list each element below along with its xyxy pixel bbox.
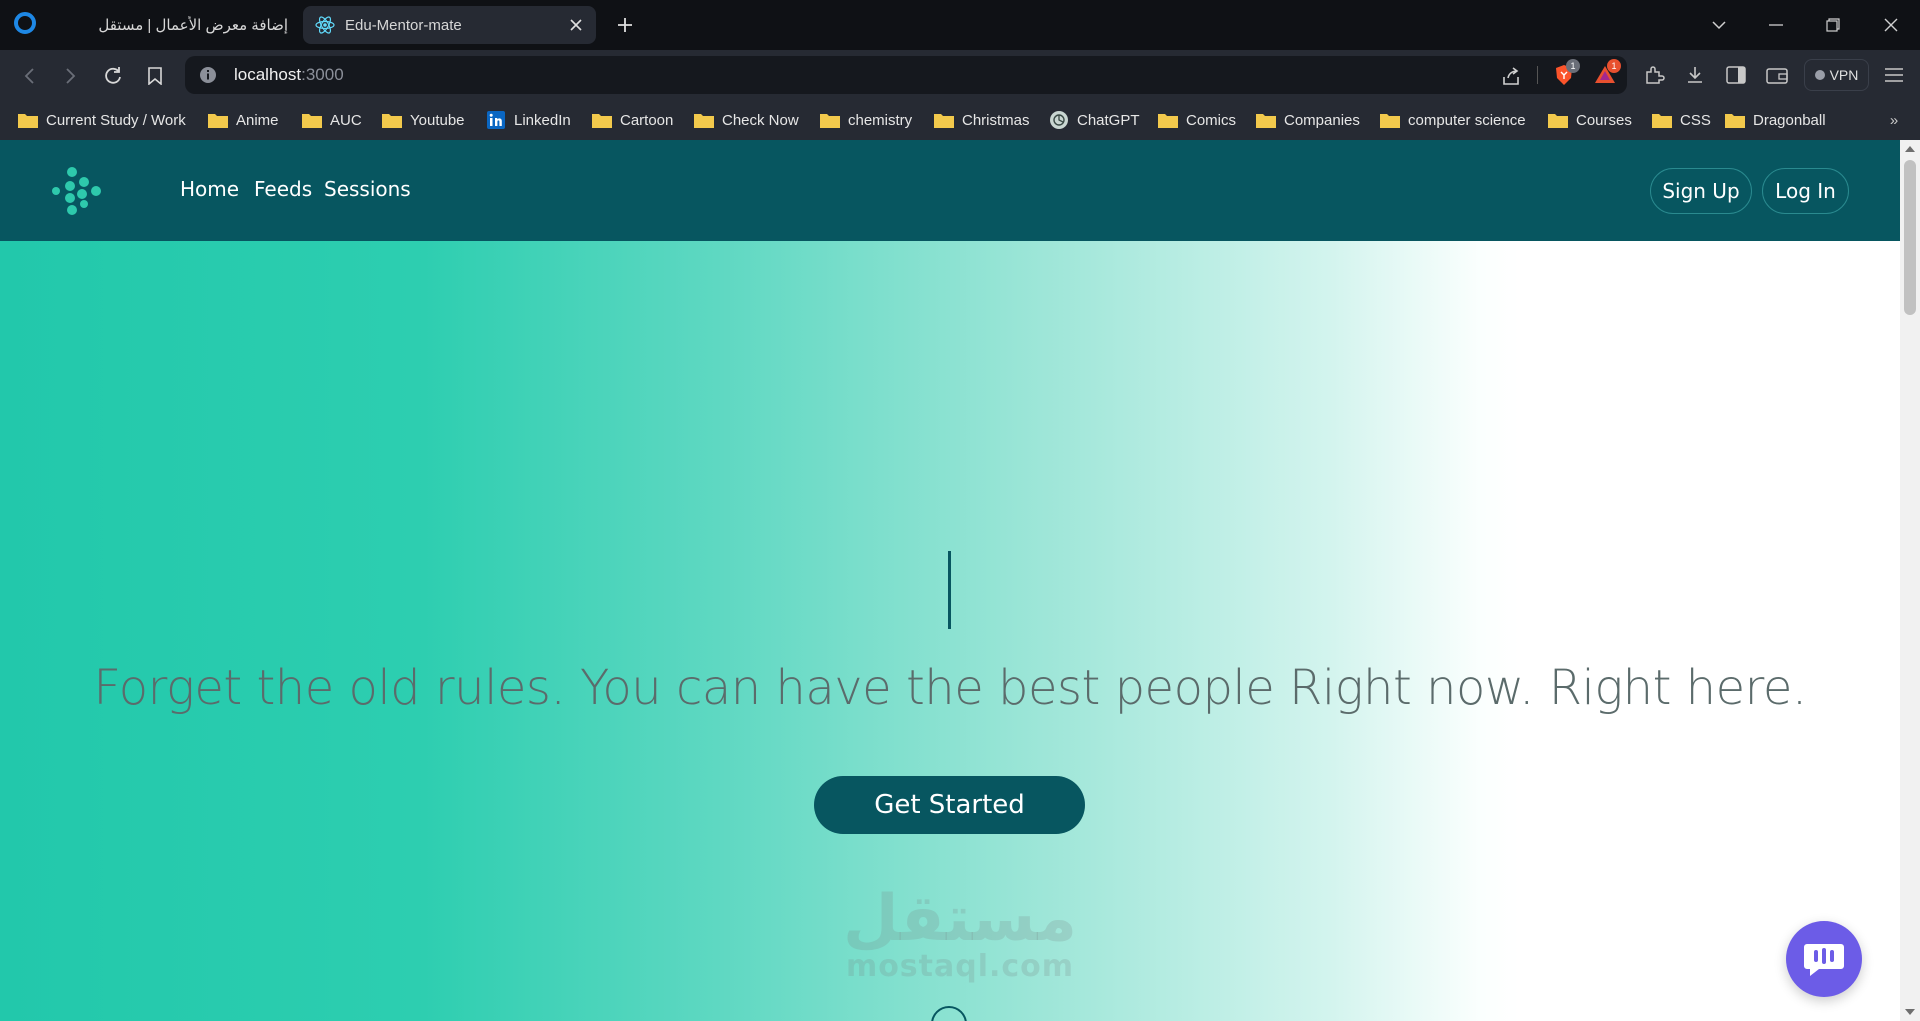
more-bookmarks-chevron-icon[interactable]: » [1884,108,1904,132]
tab-title: إضافة معرض الأعمال | مستقل [98,17,288,34]
share-icon[interactable] [1500,65,1522,87]
url-text[interactable]: localhost:3000 [234,65,344,85]
folder-icon [820,111,840,129]
bookmark-youtube[interactable]: Youtube [382,108,465,132]
bookmark-dragonball[interactable]: Dragonball [1725,108,1826,132]
watermark-latin: mostaql.com [845,949,1075,984]
url-bar[interactable]: localhost:3000 1 1 [185,56,1627,94]
scroll-down-arrow-icon[interactable] [1905,1009,1915,1015]
url-divider [1537,66,1538,84]
folder-icon [1548,111,1568,129]
get-started-button[interactable]: Get Started [814,776,1085,834]
bookmark-check-now[interactable]: Check Now [694,108,799,132]
site-navbar: Home Feeds Sessions Sign Up Log In [0,140,1900,241]
bookmark-current-study[interactable]: Current Study / Work [18,108,186,132]
react-favicon-icon [315,15,335,35]
minimize-icon[interactable] [1761,12,1791,38]
scroll-up-arrow-icon[interactable] [1905,146,1915,152]
vpn-button[interactable]: VPN [1804,59,1869,91]
bookmark-icon[interactable] [141,62,169,90]
download-icon[interactable] [1683,63,1707,87]
sidebar-icon[interactable] [1724,63,1748,87]
chatgpt-icon [1049,111,1069,129]
scroll-down-indicator[interactable] [931,1006,967,1021]
wallet-icon[interactable] [1765,63,1789,87]
folder-icon [694,111,714,129]
brave-shields-icon[interactable]: 1 [1552,59,1580,87]
tab-search-chevron-icon[interactable] [1704,12,1734,38]
site-logo-icon[interactable] [50,166,106,216]
folder-icon [934,111,954,129]
bookmark-computer-science[interactable]: computer science [1380,108,1526,132]
restore-icon[interactable] [1818,12,1848,38]
tab-edu-mentor-mate[interactable]: Edu-Mentor-mate [303,6,596,44]
extensions-icon[interactable] [1642,63,1666,87]
folder-icon [382,111,402,129]
hero-tagline: Forget the old rules. You can have the b… [93,660,1807,716]
watermark-arabic: مستقل [842,882,1078,956]
rewards-badge: 1 [1607,59,1621,73]
browser-tabbar: إضافة معرض الأعمال | مستقل Edu-Mentor-ma… [0,0,1920,50]
bookmark-companies[interactable]: Companies [1256,108,1360,132]
folder-icon [302,111,322,129]
nav-sessions-link[interactable]: Sessions [324,177,411,201]
bookmark-courses[interactable]: Courses [1548,108,1632,132]
nav-home-link[interactable]: Home [180,177,239,201]
new-tab-icon[interactable] [612,12,638,38]
close-tab-icon[interactable] [562,11,590,39]
bookmark-christmas[interactable]: Christmas [934,108,1030,132]
bookmark-anime[interactable]: Anime [208,108,279,132]
folder-icon [18,111,38,129]
page-viewport: Home Feeds Sessions Sign Up Log In Forge… [0,140,1900,1021]
folder-icon [1256,111,1276,129]
tab-title: Edu-Mentor-mate [345,16,462,34]
signup-button[interactable]: Sign Up [1650,168,1752,214]
folder-icon [1158,111,1178,129]
chat-button[interactable] [1786,921,1862,997]
folder-icon [592,111,612,129]
browser-toolbar: localhost:3000 1 1 VPN [0,50,1920,100]
forward-icon[interactable] [56,62,84,90]
folder-icon [1380,111,1400,129]
back-icon[interactable] [16,62,44,90]
typing-cursor [948,551,951,629]
brave-rewards-icon[interactable]: 1 [1593,59,1621,87]
menu-icon[interactable] [1882,63,1906,87]
page-scrollbar[interactable] [1900,140,1920,1021]
bookmark-css[interactable]: CSS [1652,108,1711,132]
folder-icon [1652,111,1672,129]
bookmark-chemistry[interactable]: chemistry [820,108,912,132]
linkedin-icon [486,111,506,129]
bookmarks-bar: Current Study / Work Anime AUC Youtube L… [0,100,1920,140]
nav-feeds-link[interactable]: Feeds [254,177,312,201]
close-window-icon[interactable] [1876,12,1906,38]
reload-icon[interactable] [99,62,127,90]
vpn-status-icon [1814,70,1825,80]
chat-bubble-icon [1804,944,1844,976]
bookmark-linkedin[interactable]: LinkedIn [486,108,571,132]
login-button[interactable]: Log In [1762,168,1849,214]
folder-icon [1725,111,1745,129]
folder-icon [208,111,228,129]
site-info-icon[interactable] [199,66,217,84]
browser-logo-icon[interactable] [14,12,36,34]
scroll-thumb[interactable] [1904,160,1916,315]
bookmark-chatgpt[interactable]: ChatGPT [1049,108,1140,132]
tab-mostaql[interactable]: إضافة معرض الأعمال | مستقل [56,6,296,44]
bookmark-comics[interactable]: Comics [1158,108,1236,132]
vpn-label: VPN [1829,67,1859,83]
mostaql-watermark: مستقل mostaql.com [840,882,1080,998]
brave-badge: 1 [1566,59,1580,73]
bookmark-auc[interactable]: AUC [302,108,362,132]
bookmark-cartoon[interactable]: Cartoon [592,108,673,132]
